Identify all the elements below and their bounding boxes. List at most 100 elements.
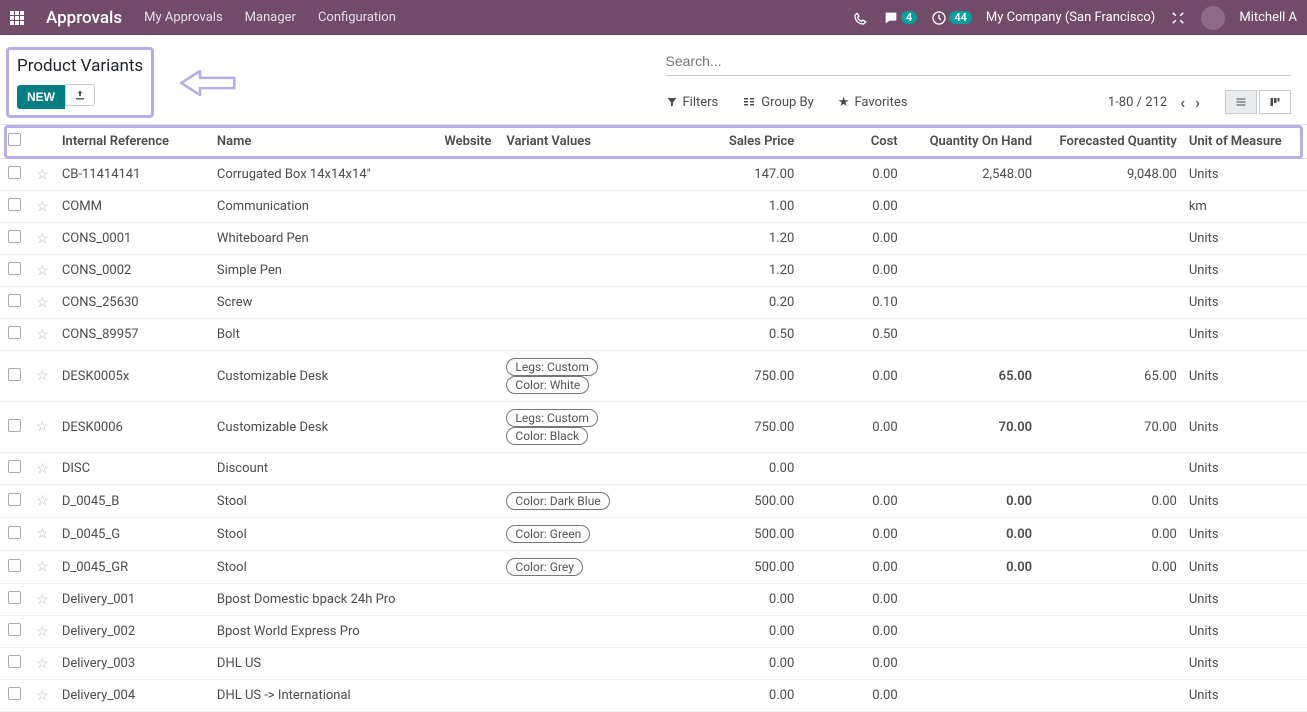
star-icon[interactable]: ☆	[36, 231, 49, 247]
table-row[interactable]: ☆CONS_0002Simple Pen1.200.00Units	[0, 255, 1307, 287]
col-website[interactable]: Website	[438, 125, 500, 159]
nav-manager[interactable]: Manager	[245, 10, 296, 25]
table-row[interactable]: ☆DESK0006Customizable DeskLegs: CustomCo…	[0, 402, 1307, 453]
table-row[interactable]: ☆CB-11414141Corrugated Box 14x14x14"147.…	[0, 159, 1307, 191]
table-row[interactable]: ☆D_0045_BStoolColor: Dark Blue500.000.00…	[0, 485, 1307, 518]
apps-icon[interactable]	[10, 11, 24, 25]
filters-button[interactable]: Filters	[666, 95, 719, 110]
select-all-checkbox[interactable]	[8, 133, 21, 146]
table-row[interactable]: ☆CONS_0001Whiteboard Pen1.200.00Units	[0, 223, 1307, 255]
favorites-button[interactable]: ★ Favorites	[838, 95, 908, 110]
row-checkbox[interactable]	[8, 655, 21, 668]
view-kanban[interactable]	[1259, 90, 1291, 114]
star-icon[interactable]: ☆	[36, 592, 49, 608]
nav-configuration[interactable]: Configuration	[318, 10, 396, 25]
cell-cost: 0.00	[800, 402, 903, 453]
row-checkbox[interactable]	[8, 262, 21, 275]
star-icon[interactable]: ☆	[36, 419, 49, 435]
cell-website	[438, 453, 500, 485]
cell-cost: 0.00	[800, 255, 903, 287]
star-icon[interactable]: ☆	[36, 199, 49, 215]
star-icon[interactable]: ☆	[36, 526, 49, 542]
star-icon[interactable]: ☆	[36, 493, 49, 509]
groupby-button[interactable]: Group By	[742, 95, 814, 110]
cell-ref: D_0045_B	[56, 485, 211, 518]
company-switcher[interactable]: My Company (San Francisco)	[986, 10, 1155, 25]
pager-text[interactable]: 1-80 / 212	[1108, 95, 1167, 110]
cell-cost: 0.00	[800, 518, 903, 551]
star-icon[interactable]: ☆	[36, 368, 49, 384]
row-checkbox[interactable]	[8, 294, 21, 307]
user-name[interactable]: Mitchell A	[1239, 10, 1297, 25]
cell-ref: DISC	[56, 453, 211, 485]
col-uom[interactable]: Unit of Measure	[1183, 125, 1307, 159]
col-variants[interactable]: Variant Values	[500, 125, 676, 159]
row-checkbox[interactable]	[8, 591, 21, 604]
row-checkbox[interactable]	[8, 623, 21, 636]
cell-ref: DESK0005x	[56, 351, 211, 402]
table-row[interactable]: ☆CONS_25630Screw0.200.10Units	[0, 287, 1307, 319]
search-input[interactable]	[666, 47, 1292, 76]
table-row[interactable]: ☆Delivery_004DHL US -> International0.00…	[0, 680, 1307, 712]
phone-icon[interactable]	[853, 10, 869, 26]
col-qty[interactable]: Quantity On Hand	[904, 125, 1038, 159]
new-button[interactable]: NEW	[17, 85, 65, 109]
col-name[interactable]: Name	[211, 125, 438, 159]
star-icon[interactable]: ☆	[36, 559, 49, 575]
cell-ref: DESK0006	[56, 402, 211, 453]
cell-forecast	[1038, 680, 1183, 712]
table-row[interactable]: ☆CONS_89957Bolt0.500.50Units	[0, 319, 1307, 351]
col-forecast[interactable]: Forecasted Quantity	[1038, 125, 1183, 159]
import-button[interactable]	[65, 84, 95, 106]
nav-my-approvals[interactable]: My Approvals	[144, 10, 223, 25]
table-row[interactable]: ☆Delivery_001Bpost Domestic bpack 24h Pr…	[0, 584, 1307, 616]
star-icon[interactable]: ☆	[36, 688, 49, 704]
row-checkbox[interactable]	[8, 326, 21, 339]
col-ref[interactable]: Internal Reference	[56, 125, 211, 159]
row-checkbox[interactable]	[8, 687, 21, 700]
star-icon[interactable]: ☆	[36, 295, 49, 311]
row-checkbox[interactable]	[8, 559, 21, 572]
breadcrumb: Product Variants	[17, 56, 143, 76]
table-row[interactable]: ☆COMMCommunication1.000.00km	[0, 191, 1307, 223]
cell-uom: Units	[1183, 551, 1307, 584]
row-checkbox[interactable]	[8, 460, 21, 473]
star-icon[interactable]: ☆	[36, 327, 49, 343]
cell-qty	[904, 223, 1038, 255]
pager-prev[interactable]: ‹	[1177, 93, 1188, 112]
table-row[interactable]: ☆Delivery_003DHL US0.000.00Units	[0, 648, 1307, 680]
star-icon[interactable]: ☆	[36, 461, 49, 477]
cell-qty: 0.00	[904, 518, 1038, 551]
table-row[interactable]: ☆DISCDiscount0.00Units	[0, 453, 1307, 485]
col-price[interactable]: Sales Price	[676, 125, 800, 159]
debug-icon[interactable]	[1169, 9, 1187, 27]
star-icon[interactable]: ☆	[36, 263, 49, 279]
app-brand[interactable]: Approvals	[46, 8, 122, 28]
cell-variants	[500, 191, 676, 223]
avatar[interactable]	[1201, 6, 1225, 30]
cell-variants	[500, 680, 676, 712]
view-list[interactable]	[1225, 90, 1257, 114]
star-icon[interactable]: ☆	[36, 656, 49, 672]
table-row[interactable]: ☆DESK0005xCustomizable DeskLegs: CustomC…	[0, 351, 1307, 402]
table-row[interactable]: ☆Delivery_002Bpost World Express Pro0.00…	[0, 616, 1307, 648]
row-checkbox[interactable]	[8, 419, 21, 432]
row-checkbox[interactable]	[8, 526, 21, 539]
table-row[interactable]: ☆D_0045_GRStoolColor: Grey500.000.000.00…	[0, 551, 1307, 584]
row-checkbox[interactable]	[8, 198, 21, 211]
row-checkbox[interactable]	[8, 230, 21, 243]
row-checkbox[interactable]	[8, 368, 21, 381]
variant-tag: Legs: Custom	[506, 409, 597, 427]
row-checkbox[interactable]	[8, 493, 21, 506]
table-row[interactable]: ☆D_0045_GStoolColor: Green500.000.000.00…	[0, 518, 1307, 551]
activities-icon[interactable]: 44	[931, 10, 972, 26]
cell-uom: Units	[1183, 616, 1307, 648]
star-icon[interactable]: ☆	[36, 624, 49, 640]
cell-uom: Units	[1183, 485, 1307, 518]
pager-next[interactable]: ›	[1192, 93, 1203, 112]
col-cost[interactable]: Cost	[800, 125, 903, 159]
messages-icon[interactable]: 4	[883, 10, 917, 26]
row-checkbox[interactable]	[8, 166, 21, 179]
star-icon[interactable]: ☆	[36, 167, 49, 183]
highlight-box: Product Variants NEW	[6, 47, 154, 118]
